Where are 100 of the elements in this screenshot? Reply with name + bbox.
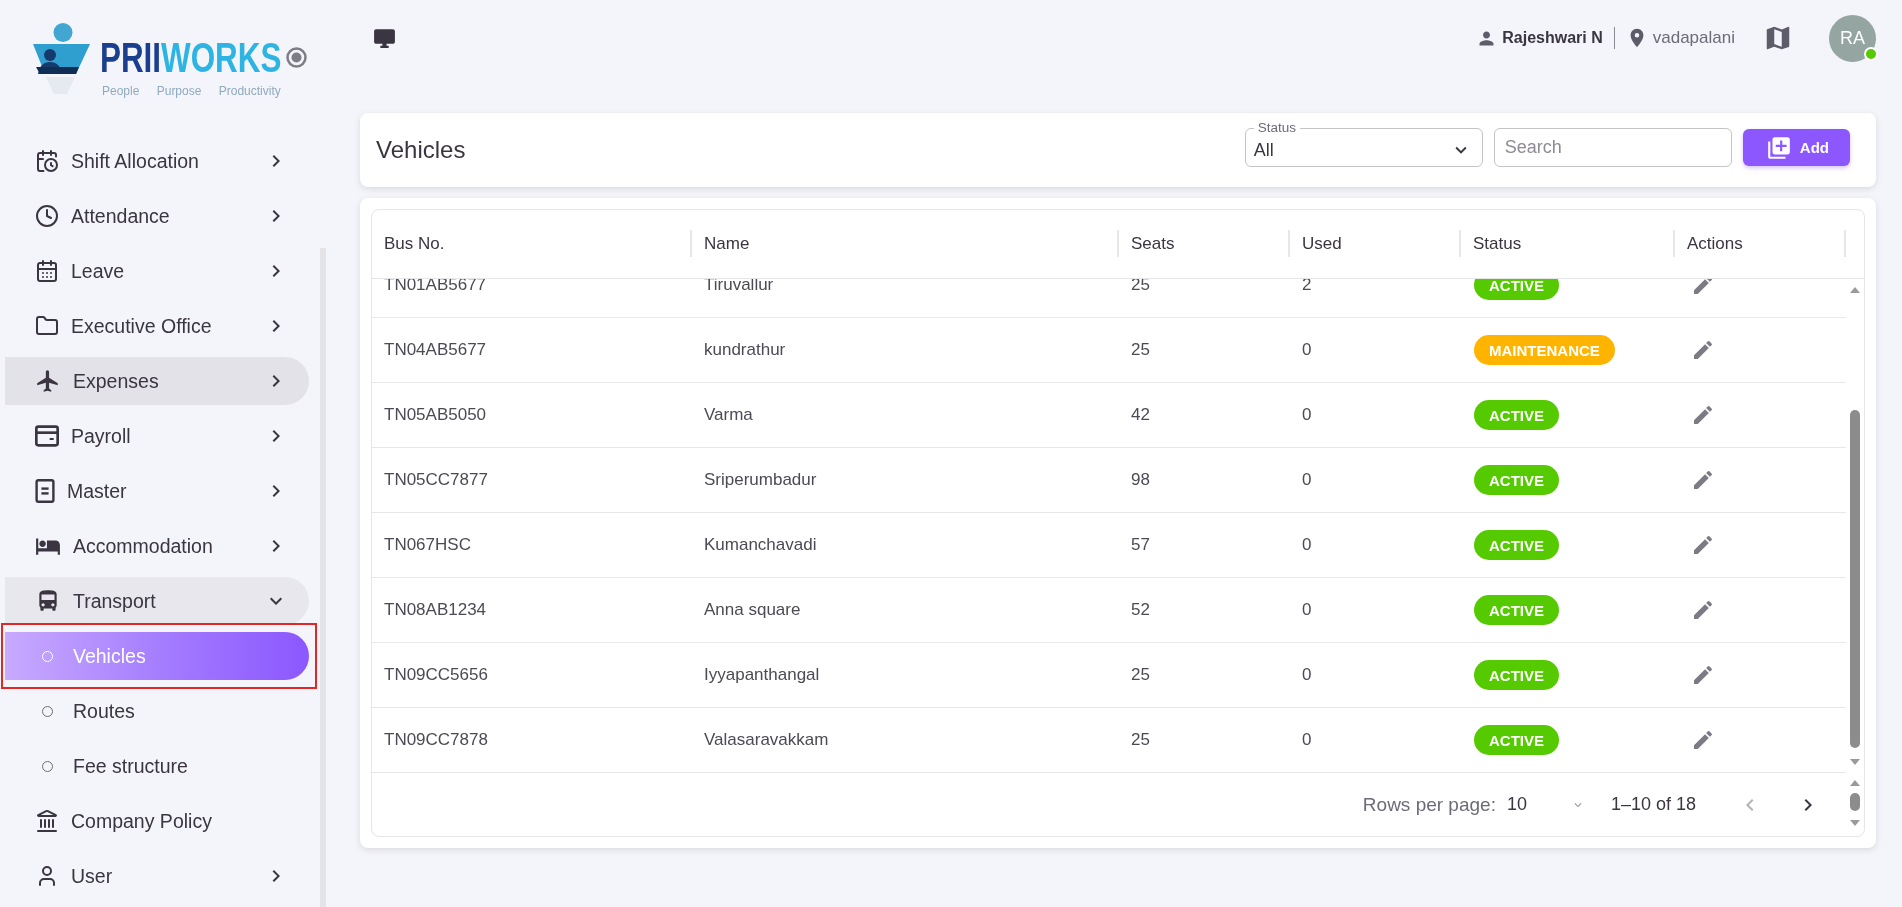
sidebar-item[interactable]: Payroll (5, 412, 309, 460)
pencil-icon (1691, 728, 1715, 752)
table-cell-text: TN09CC7878 (383, 730, 489, 750)
airplane-icon (35, 368, 61, 394)
table-cell-text: 2 (1301, 279, 1313, 295)
edit-button[interactable] (1691, 338, 1715, 362)
table-cell-text: 0 (1301, 600, 1313, 620)
table-cell-text: 57 (1130, 535, 1151, 555)
clock-icon (35, 204, 59, 228)
logo-wordmark: PRIIWORKS (100, 36, 282, 79)
plus-icon (1765, 134, 1792, 161)
column-header: Status (1461, 210, 1675, 278)
search-field[interactable]: Search (1493, 128, 1732, 167)
location-name: vadapalani (1652, 28, 1735, 48)
status-badge: MAINTENANCE (1474, 335, 1615, 365)
table-cell-text: TN08AB1234 (383, 600, 488, 620)
scroll-down-arrow-icon (1850, 820, 1860, 826)
status-badge: ACTIVE (1474, 660, 1559, 690)
table-cell-text: TN05CC7877 (383, 470, 489, 490)
user-name: Rajeshwari N (1502, 29, 1603, 47)
sidebar-item[interactable]: Shift Allocation (5, 137, 309, 185)
table-cell-text: Varma (703, 405, 754, 425)
logo-tagline: People Purpose Productivity (102, 84, 282, 98)
status-badge: ACTIVE (1474, 465, 1559, 495)
column-header: Actions (1675, 210, 1846, 278)
status-badge: ACTIVE (1474, 530, 1559, 560)
table-cell-text: TN01AB5677 (383, 279, 488, 295)
sidebar-item[interactable]: Master (5, 467, 309, 515)
page-title: Vehicles (376, 136, 466, 164)
table-cell-text: Anna square (703, 600, 802, 620)
bank-icon (35, 809, 59, 833)
table-cell-text: Iyyapanthangal (703, 665, 821, 685)
field-label: Status (1256, 120, 1298, 136)
scroll-up-arrow-icon (1850, 287, 1860, 293)
logo-icon (33, 23, 90, 95)
add-button[interactable]: Add (1742, 129, 1850, 166)
sidebar-item[interactable]: User (5, 852, 309, 900)
edit-button[interactable] (1691, 598, 1715, 622)
status-select[interactable]: Status All (1244, 120, 1483, 167)
edit-button[interactable] (1691, 279, 1715, 297)
sidebar-subitem[interactable]: Fee structure (5, 742, 309, 790)
table-cell-text: TN067HSC (383, 535, 472, 555)
table-cell-text: TN05AB5050 (383, 405, 488, 425)
pencil-icon (1691, 403, 1715, 427)
sidebar-item[interactable]: Expenses (5, 357, 309, 405)
table-cell-text: 25 (1130, 665, 1151, 685)
pencil-icon (1691, 533, 1715, 557)
rows-per-page-label: Rows per page: (1362, 793, 1496, 816)
column-header: Used (1290, 210, 1461, 278)
table-cell-text: 25 (1130, 340, 1151, 360)
folder-icon (35, 314, 59, 338)
table-cell-text: TN04AB5677 (383, 340, 488, 360)
sidebar-item[interactable]: Attendance (5, 192, 309, 240)
table-cell-text: 0 (1301, 730, 1313, 750)
table-cell-text: 52 (1130, 600, 1151, 620)
table-cell-text: 0 (1301, 470, 1313, 490)
table-cell-text: 98 (1130, 470, 1151, 490)
pencil-icon (1691, 468, 1715, 492)
edit-button[interactable] (1691, 533, 1715, 557)
scrollbar-thumb (1850, 793, 1860, 811)
sidebar-item[interactable]: Accommodation (5, 522, 309, 570)
scroll-up-arrow-icon (1850, 780, 1860, 786)
sidebar-item[interactable]: Company Policy (5, 797, 309, 845)
pencil-icon (1691, 663, 1715, 687)
pencil-icon (1691, 279, 1715, 297)
scroll-down-arrow-icon (1850, 759, 1860, 765)
sidebar-item[interactable]: Transport (5, 577, 309, 625)
table-cell-text: 0 (1301, 340, 1313, 360)
card-icon (35, 424, 59, 448)
table-cell-text: kundrathur (703, 340, 787, 360)
table-cell-text: Kumanchavadi (703, 535, 818, 555)
rows-per-page-select[interactable]: 10 (1506, 794, 1585, 815)
column-header: Name (692, 210, 1119, 278)
edit-button[interactable] (1691, 403, 1715, 427)
table-cell-text: Sriperumbadur (703, 470, 818, 490)
circle-dot-icon (286, 47, 308, 68)
status-badge: ACTIVE (1474, 725, 1559, 755)
table-cell-text: 0 (1301, 535, 1313, 555)
calendar-icon (35, 259, 59, 283)
table-cell-text: 25 (1130, 730, 1151, 750)
pencil-icon (1691, 338, 1715, 362)
table-cell-text: Valasaravakkam (703, 730, 830, 750)
status-badge: ACTIVE (1474, 279, 1559, 300)
status-badge: ACTIVE (1474, 400, 1559, 430)
document-icon (35, 479, 55, 503)
pencil-icon (1691, 598, 1715, 622)
edit-button[interactable] (1691, 728, 1715, 752)
table-cell-text: 25 (1130, 279, 1151, 295)
sidebar-item[interactable]: Executive Office (5, 302, 309, 350)
sidebar-subitem[interactable]: Routes (5, 687, 309, 735)
table-cell-text: TN09CC5656 (383, 665, 489, 685)
edit-button[interactable] (1691, 663, 1715, 687)
table-cell-text: 0 (1301, 665, 1313, 685)
column-header: Bus No. (372, 210, 692, 278)
table-cell-text: 0 (1301, 405, 1313, 425)
table-cell-text: 42 (1130, 405, 1151, 425)
pagination-range: 1–10 of 18 (1610, 794, 1696, 815)
sidebar-item[interactable]: Leave (5, 247, 309, 295)
edit-button[interactable] (1691, 468, 1715, 492)
status-badge: ACTIVE (1474, 595, 1559, 625)
